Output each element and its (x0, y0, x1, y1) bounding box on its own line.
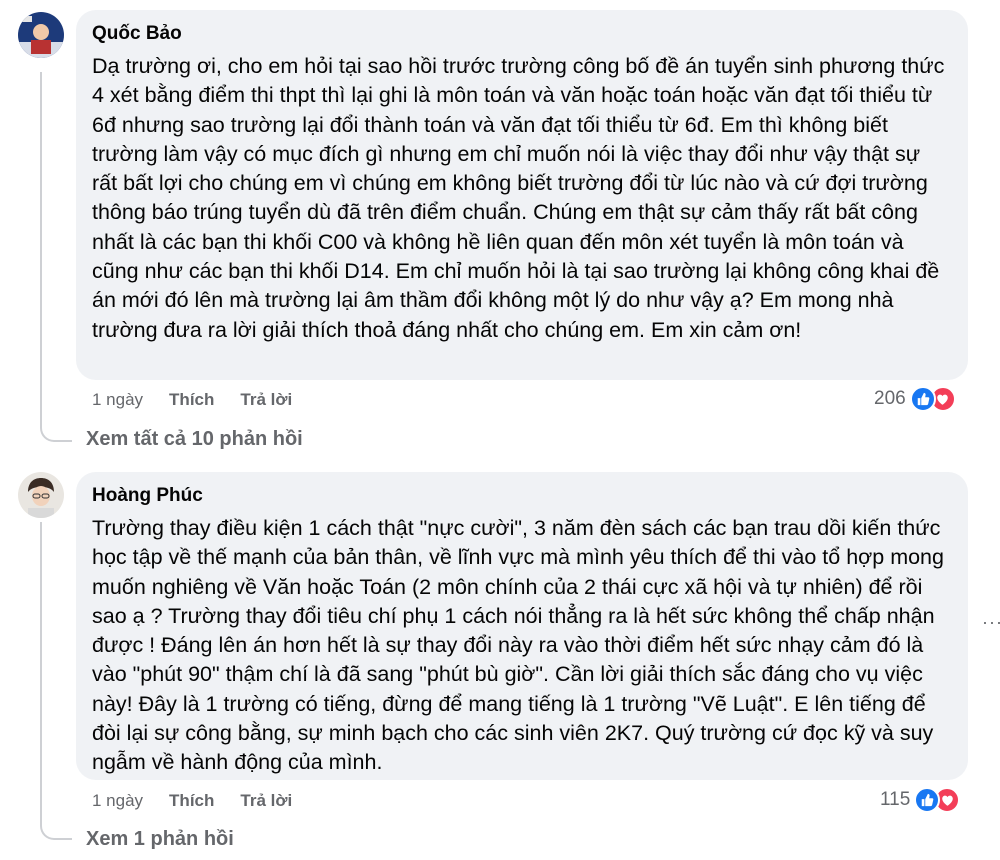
comment-timestamp[interactable]: 1 ngày (92, 791, 143, 811)
view-replies-link[interactable]: Xem tất cả 10 phản hồi (86, 428, 303, 451)
thumbs-up-icon (914, 787, 941, 813)
thread-connector-2 (40, 522, 72, 840)
comment-actions: 1 ngày Thích Trả lời (92, 390, 292, 410)
thread-connector-1 (40, 72, 72, 442)
comment-text: Trường thay điều kiện 1 cách thật "nực c… (92, 516, 944, 775)
comment-author[interactable]: Quốc Bảo (92, 22, 950, 46)
like-button[interactable]: Thích (169, 390, 214, 410)
reaction-count: 206 (874, 388, 906, 409)
reaction-count: 115 (880, 789, 911, 810)
more-options-icon[interactable]: ··· (982, 612, 1000, 633)
view-replies-link[interactable]: Xem 1 phản hồi (86, 828, 234, 851)
avatar[interactable] (18, 12, 64, 58)
comment-timestamp[interactable]: 1 ngày (92, 390, 143, 410)
comment-text: Dạ trường ơi, cho em hỏi tại sao hồi trư… (92, 54, 945, 342)
avatar[interactable] (18, 472, 64, 518)
comment-author[interactable]: Hoàng Phúc (92, 484, 950, 508)
reply-button[interactable]: Trả lời (240, 791, 292, 811)
comment-actions: 1 ngày Thích Trả lời (92, 791, 292, 811)
like-button[interactable]: Thích (169, 791, 214, 811)
comment-bubble: Hoàng Phúc Trường thay điều kiện 1 cách … (76, 472, 968, 780)
reaction-summary[interactable]: 115 (880, 787, 961, 813)
reply-button[interactable]: Trả lời (240, 390, 292, 410)
comment-bubble: Quốc Bảo Dạ trường ơi, cho em hỏi tại sa… (76, 10, 968, 380)
thumbs-up-icon (909, 386, 936, 412)
reaction-summary[interactable]: 206 (874, 386, 956, 412)
